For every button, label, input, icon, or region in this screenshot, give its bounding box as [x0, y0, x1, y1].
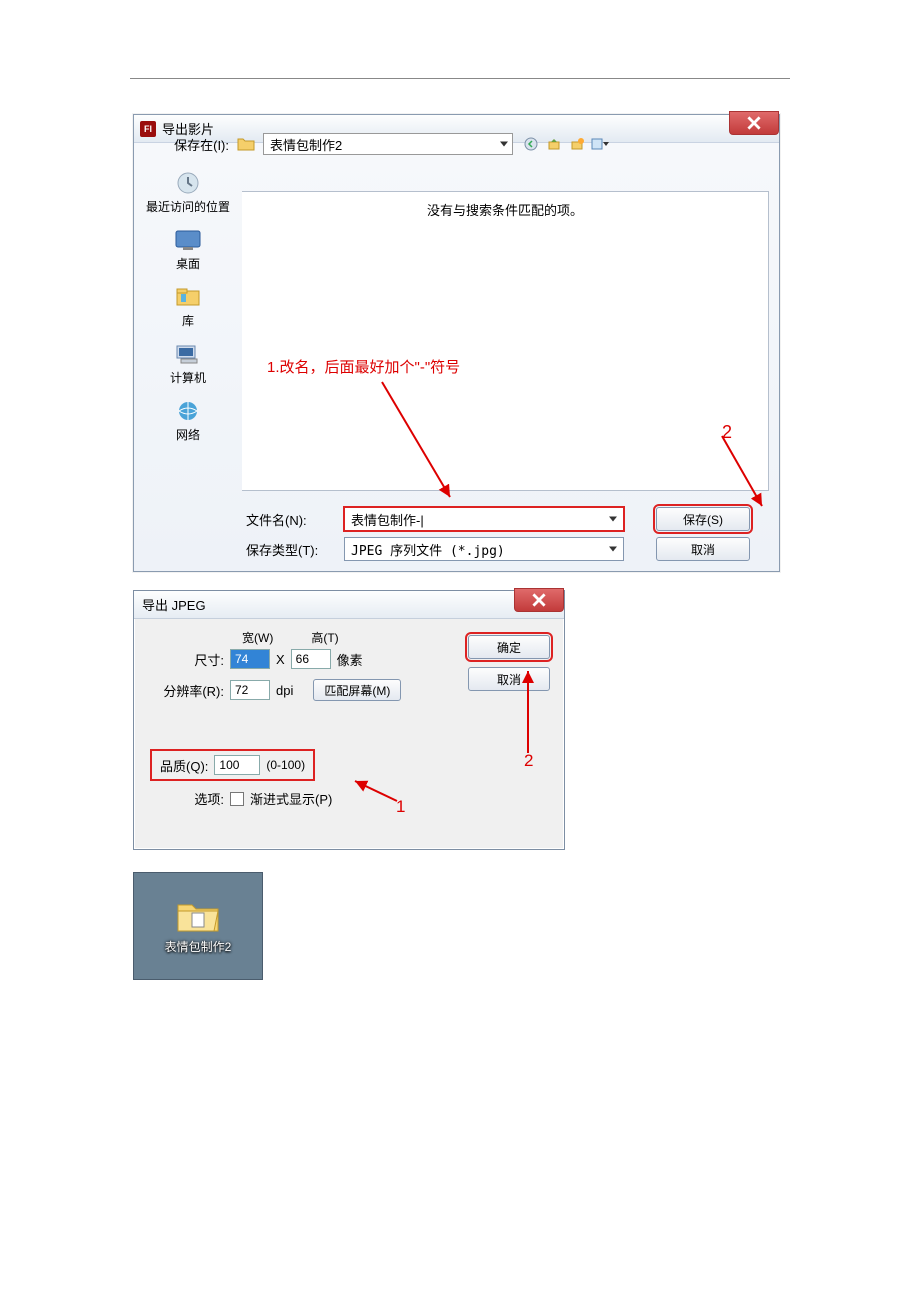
desktop-folder-thumbnail[interactable]: 表情包制作2: [133, 872, 263, 980]
annotation-number-2: 2: [722, 422, 732, 443]
export-movie-dialog: Fl 导出影片 保存在(I): 表情包制作2: [133, 114, 780, 572]
width-input[interactable]: 74: [230, 649, 270, 669]
progressive-label: 渐进式显示(P): [250, 789, 332, 808]
folder-icon: [174, 897, 222, 935]
ok-button[interactable]: 确定: [468, 635, 550, 659]
quality-range: (0-100): [266, 758, 305, 772]
caret-down-icon: [609, 547, 617, 552]
close-icon: [747, 116, 761, 130]
cancel-button[interactable]: 取消: [656, 537, 750, 561]
options-label: 选项:: [152, 789, 224, 808]
quality-row: 品质(Q): 100 (0-100): [152, 751, 546, 779]
place-libraries[interactable]: 库: [134, 282, 242, 335]
dialog-body: 保存在(I): 表情包制作2 最近访问的位置: [134, 143, 779, 571]
right-pane: 没有与搜索条件匹配的项。 1.改名，后面最好加个"-"符号 2 文件名(N):: [242, 143, 779, 571]
bottom-rows: 文件名(N): 表情包制作-| 保存(S) 保存类型(T): JPEG 序列文件…: [242, 507, 769, 561]
height-label: 高(T): [311, 629, 338, 646]
place-computer[interactable]: 计算机: [134, 339, 242, 392]
page: Fl 导出影片 保存在(I): 表情包制作2: [0, 0, 920, 1302]
quality-label: 品质(Q):: [154, 756, 208, 775]
dialog-title: 导出 JPEG: [142, 595, 206, 614]
save-in-label: 保存在(I):: [129, 135, 229, 154]
match-screen-button[interactable]: 匹配屏幕(M): [313, 679, 401, 701]
width-label: 宽(W): [242, 629, 273, 646]
place-network[interactable]: 网络: [134, 396, 242, 449]
filename-input[interactable]: 表情包制作-|: [344, 507, 624, 531]
network-icon: [170, 396, 206, 426]
place-recent[interactable]: 最近访问的位置: [134, 168, 242, 221]
by-x: X: [276, 652, 285, 667]
quality-highlight: 品质(Q): 100 (0-100): [152, 751, 313, 779]
caret-down-icon: [609, 517, 617, 522]
annotation-arrow-1: [422, 382, 424, 502]
file-list-area[interactable]: 没有与搜索条件匹配的项。 1.改名，后面最好加个"-"符号 2: [242, 191, 769, 491]
place-label: 库: [182, 312, 194, 329]
size-label: 尺寸:: [152, 650, 224, 669]
recent-icon: [170, 168, 206, 198]
filename-row: 文件名(N): 表情包制作-| 保存(S): [242, 507, 769, 531]
place-label: 最近访问的位置: [146, 198, 230, 215]
places-sidebar: 最近访问的位置 桌面 库 计算机 网络: [134, 143, 242, 571]
filetype-value: JPEG 序列文件 (*.jpg): [351, 540, 505, 559]
filetype-combo[interactable]: JPEG 序列文件 (*.jpg): [344, 537, 624, 561]
filetype-row: 保存类型(T): JPEG 序列文件 (*.jpg) 取消: [242, 537, 769, 561]
place-label: 网络: [176, 426, 200, 443]
desktop-folder-label: 表情包制作2: [165, 938, 232, 955]
computer-icon: [170, 339, 206, 369]
px-label: 像素: [337, 650, 363, 669]
no-results-text: 没有与搜索条件匹配的项。: [242, 192, 768, 219]
annotation-number-1: 1: [396, 797, 405, 817]
close-button[interactable]: [514, 588, 564, 612]
resolution-label: 分辨率(R):: [152, 681, 224, 700]
export-jpeg-dialog: 导出 JPEG 宽(W) 高(T) 尺寸: 74 X 66 像素 分辨率(R):…: [133, 590, 565, 850]
filename-label: 文件名(N):: [242, 510, 338, 529]
wh-labels: 宽(W) 高(T): [242, 629, 339, 646]
dpi-label: dpi: [276, 683, 293, 698]
place-label: 计算机: [170, 369, 206, 386]
close-icon: [532, 593, 546, 607]
desktop-icon: [170, 225, 206, 255]
close-button[interactable]: [729, 111, 779, 135]
place-label: 桌面: [176, 255, 200, 272]
progressive-checkbox[interactable]: [230, 792, 244, 806]
place-desktop[interactable]: 桌面: [134, 225, 242, 278]
quality-input[interactable]: 100: [214, 755, 260, 775]
dialog2-buttons: 确定 取消: [468, 635, 550, 691]
libraries-icon: [170, 282, 206, 312]
dialog-body: 宽(W) 高(T) 尺寸: 74 X 66 像素 分辨率(R): 72 dpi …: [134, 619, 564, 832]
filetype-label: 保存类型(T):: [242, 540, 338, 559]
filename-value: 表情包制作-|: [351, 510, 424, 529]
titlebar[interactable]: 导出 JPEG: [134, 591, 564, 619]
annotation-number-2: 2: [524, 751, 533, 771]
resolution-input[interactable]: 72: [230, 680, 270, 700]
annotation-text-1: 1.改名，后面最好加个"-"符号: [267, 356, 460, 377]
save-button[interactable]: 保存(S): [656, 507, 750, 531]
divider: [130, 78, 790, 79]
height-input[interactable]: 66: [291, 649, 331, 669]
options-row: 选项: 渐进式显示(P): [152, 789, 546, 808]
cancel-button[interactable]: 取消: [468, 667, 550, 691]
